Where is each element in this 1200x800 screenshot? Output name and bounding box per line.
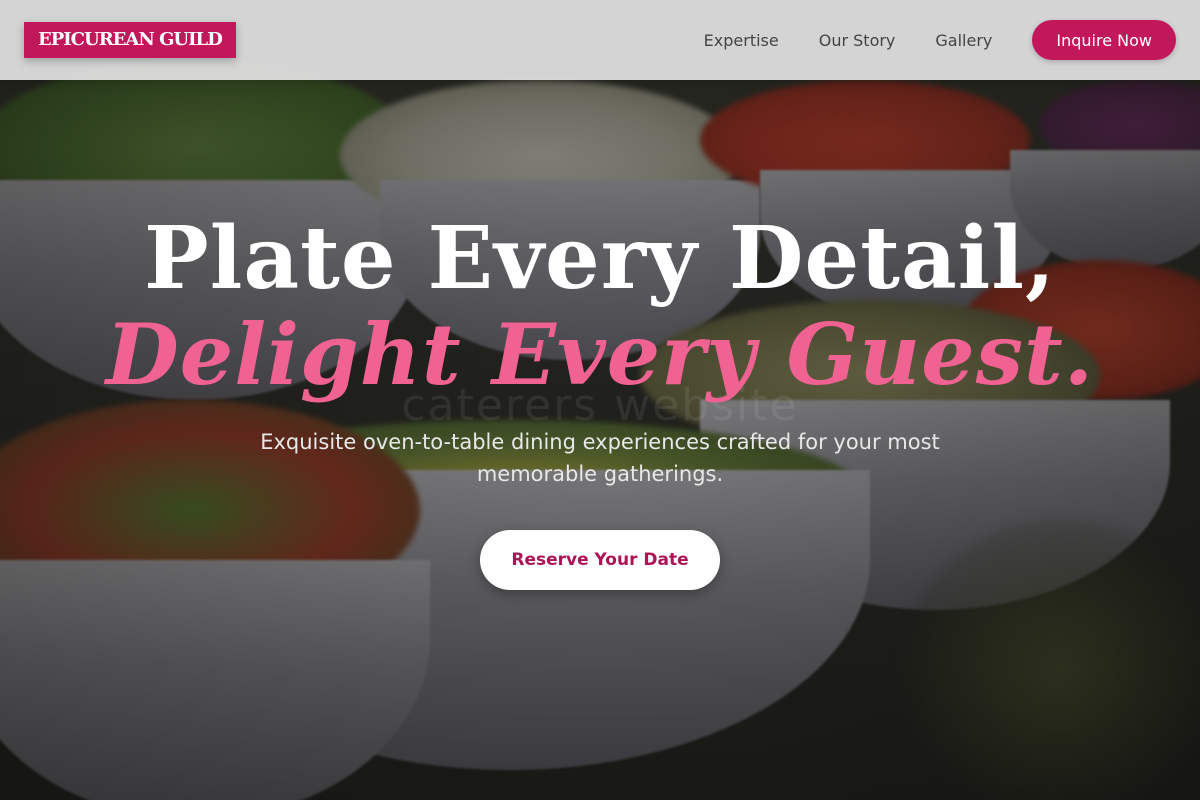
reserve-your-date-button[interactable]: Reserve Your Date [480,530,720,590]
brand-logo[interactable]: EPICUREAN GUILD [24,22,236,58]
nav-links: Expertise Our Story Gallery Inquire Now [704,20,1176,60]
hero-headline-line-2: Delight Every Guest. [105,305,1095,404]
hero-headline-line-1: Plate Every Detail, [144,208,1056,309]
nav-link-our-story[interactable]: Our Story [819,31,896,50]
hero-content: caterers website Plate Every Detail, Del… [0,0,1200,800]
top-navigation-bar: EPICUREAN GUILD Expertise Our Story Gall… [0,0,1200,80]
hero-subtitle: Exquisite oven-to-table dining experienc… [260,430,940,486]
nav-link-expertise[interactable]: Expertise [704,31,779,50]
inquire-now-button[interactable]: Inquire Now [1032,20,1176,60]
nav-link-gallery[interactable]: Gallery [935,31,992,50]
